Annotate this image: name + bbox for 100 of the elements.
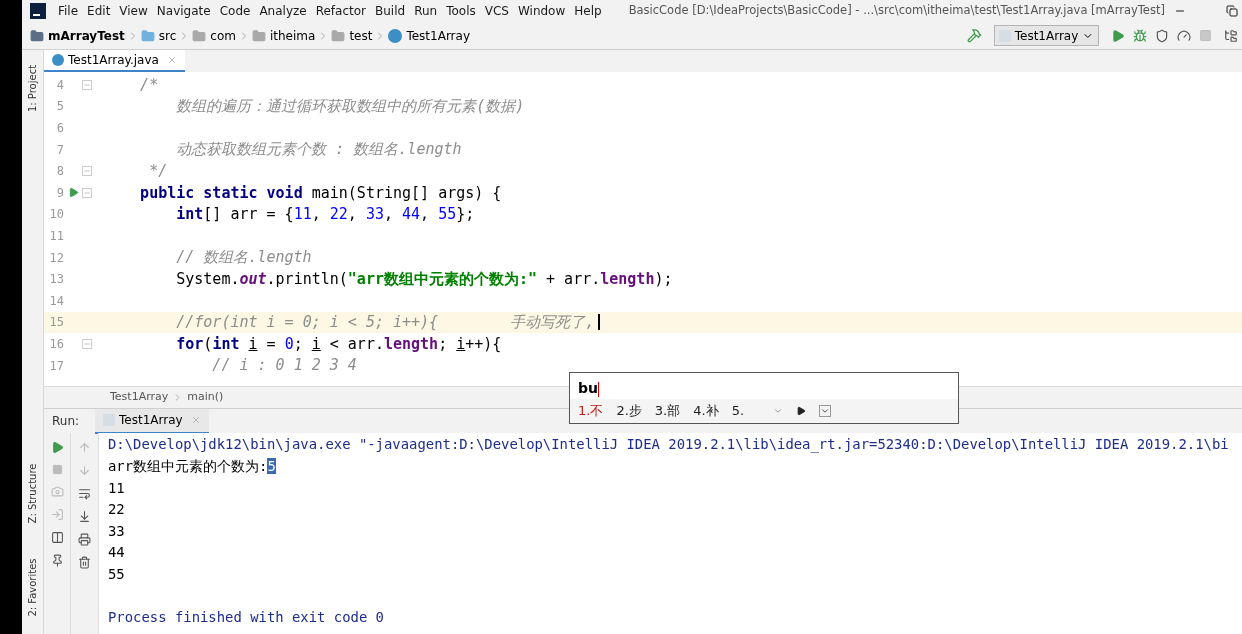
line-number: 15 bbox=[48, 314, 64, 332]
breadcrumb-item[interactable]: itheima bbox=[251, 26, 316, 45]
menu-caret-icon[interactable] bbox=[819, 405, 832, 417]
breadcrumb-item[interactable]: src bbox=[140, 26, 177, 45]
code-line: */ bbox=[148, 160, 168, 182]
console-text: 33 bbox=[108, 522, 125, 539]
breadcrumb-item[interactable]: main() bbox=[187, 389, 224, 406]
scroll-to-end-icon[interactable] bbox=[78, 510, 91, 523]
soft-wrap-icon[interactable] bbox=[78, 487, 91, 500]
package-icon bbox=[192, 28, 207, 43]
caret-icon[interactable] bbox=[773, 406, 784, 416]
menu-item[interactable]: File bbox=[58, 2, 79, 20]
line-number: 6 bbox=[55, 120, 64, 137]
code-line: int[] arr = {11, 22, 33, 44, 55}; bbox=[175, 204, 475, 226]
tool-window-button[interactable]: 2: Favorites bbox=[25, 557, 40, 617]
package-icon bbox=[251, 28, 266, 43]
selected-console-text: 5 bbox=[267, 457, 276, 474]
code-line: public static void main(String[] args) { bbox=[139, 182, 502, 204]
menu-item[interactable]: View bbox=[119, 2, 148, 20]
console-text: 11 bbox=[108, 479, 125, 496]
package-icon bbox=[331, 28, 346, 43]
exit-icon[interactable] bbox=[50, 508, 64, 521]
menu-item[interactable]: Edit bbox=[87, 2, 111, 20]
ime-candidate[interactable]: 4.补 bbox=[693, 401, 719, 421]
line-number: 12 bbox=[48, 249, 64, 267]
ime-candidate[interactable]: 1.不 bbox=[578, 401, 604, 421]
camera-icon[interactable] bbox=[50, 485, 64, 498]
run-icon[interactable] bbox=[1111, 28, 1125, 43]
stop-icon[interactable] bbox=[1199, 29, 1212, 42]
menu-item[interactable]: Tools bbox=[446, 2, 476, 20]
layout-icon[interactable] bbox=[50, 531, 64, 544]
breadcrumb-item[interactable]: Test1Array bbox=[388, 26, 470, 45]
window-title: BasicCode [D:\IdeaProjects\BasicCode] - ...\src\com\itheima\test\Test1Array.java [mArrayTest] bbox=[628, 2, 1165, 20]
print-icon[interactable] bbox=[78, 533, 91, 546]
line-number: 7 bbox=[55, 141, 64, 159]
class-icon bbox=[388, 28, 403, 43]
run-config-dropdown[interactable]: Test1Array bbox=[994, 25, 1099, 46]
menu-item[interactable]: Build bbox=[375, 2, 406, 20]
menu-item[interactable]: Help bbox=[574, 2, 602, 20]
down-arrow-icon[interactable] bbox=[78, 464, 91, 477]
line-number: 10 bbox=[48, 206, 64, 224]
code-line: for(int i = 0; i < arr.length; i++){ bbox=[175, 333, 502, 355]
ime-candidate[interactable]: 2.步 bbox=[616, 401, 642, 421]
line-number: 13 bbox=[48, 271, 64, 289]
menu-item[interactable]: VCS bbox=[484, 2, 509, 20]
line-number: 4 bbox=[55, 76, 64, 94]
ime-candidate[interactable]: 3.部 bbox=[654, 401, 681, 421]
code-line: // 数组名.length bbox=[175, 247, 312, 269]
ime-candidate[interactable]: 5. bbox=[731, 401, 745, 421]
run-panel-label: Run: bbox=[52, 413, 80, 430]
console-text: 44 bbox=[108, 544, 125, 561]
up-arrow-icon[interactable] bbox=[78, 441, 91, 454]
fold-marker-icon[interactable] bbox=[82, 338, 92, 349]
line-number: 11 bbox=[48, 227, 64, 245]
code-line: //for(int i = 0; i < 5; i++){ 手动写死了, bbox=[175, 312, 595, 334]
close-icon[interactable] bbox=[166, 55, 177, 65]
ime-composition: bu bbox=[578, 379, 598, 398]
folder-icon bbox=[140, 28, 155, 43]
console-text: D:\Develop\jdk12\bin\java.exe "-javaagent:D:\Develop\IntelliJ IDEA 2019.2.1\lib\idea_rt.jar=52340:D:\Develop\IntelliJ IDEA 2019.2.1\bi bbox=[108, 436, 1229, 453]
line-number: 9 bbox=[55, 184, 64, 202]
app-logo-icon bbox=[30, 3, 46, 19]
debug-icon[interactable] bbox=[1133, 28, 1147, 43]
console-text: 22 bbox=[108, 501, 125, 518]
menu-item[interactable]: Run bbox=[414, 2, 438, 20]
class-icon bbox=[52, 54, 64, 66]
fold-marker-icon[interactable] bbox=[82, 187, 92, 198]
menu-item[interactable]: Analyze bbox=[259, 2, 307, 20]
code-line: /* bbox=[139, 74, 159, 96]
breadcrumb-item[interactable]: Test1Array bbox=[110, 389, 169, 406]
editor-tab[interactable]: Test1Array.java bbox=[44, 50, 185, 72]
line-number: 8 bbox=[55, 163, 64, 181]
line-number: 17 bbox=[48, 357, 64, 375]
profiler-icon[interactable] bbox=[1177, 28, 1191, 43]
tool-window-button[interactable]: Z: Structure bbox=[25, 463, 40, 523]
console-text: arr数组中元素的个数为: bbox=[108, 457, 268, 474]
menu-item[interactable]: Navigate bbox=[156, 2, 211, 20]
console-text: Process finished with exit code 0 bbox=[108, 609, 384, 626]
ime-caret bbox=[598, 382, 599, 397]
rerun-icon[interactable] bbox=[50, 441, 64, 454]
close-icon[interactable] bbox=[190, 415, 201, 425]
fold-marker-icon[interactable] bbox=[82, 79, 92, 90]
menu-item[interactable]: Refactor bbox=[315, 2, 367, 20]
project-structure-icon[interactable] bbox=[1224, 28, 1238, 43]
menu-item[interactable]: Code bbox=[219, 2, 251, 20]
stop-icon[interactable] bbox=[51, 464, 63, 475]
breadcrumb-item[interactable]: test bbox=[331, 26, 373, 45]
tool-window-button[interactable]: 1: Project bbox=[25, 64, 40, 112]
hammer-icon[interactable] bbox=[967, 28, 982, 43]
code-line: // i : 0 1 2 3 4 bbox=[211, 355, 357, 377]
line-number: 14 bbox=[48, 292, 64, 310]
restore-icon[interactable] bbox=[1226, 5, 1238, 17]
run-gutter-icon[interactable] bbox=[67, 187, 79, 199]
console-text: 55 bbox=[108, 565, 125, 582]
pin-icon[interactable] bbox=[50, 554, 64, 567]
fold-marker-icon[interactable] bbox=[82, 166, 92, 177]
breadcrumb-item[interactable]: com bbox=[192, 26, 236, 45]
run-tab[interactable]: Test1Array bbox=[95, 408, 209, 434]
menu-item[interactable]: Window bbox=[517, 2, 566, 20]
breadcrumb-item[interactable]: mArrayTest bbox=[30, 26, 125, 45]
trash-icon[interactable] bbox=[78, 556, 91, 569]
